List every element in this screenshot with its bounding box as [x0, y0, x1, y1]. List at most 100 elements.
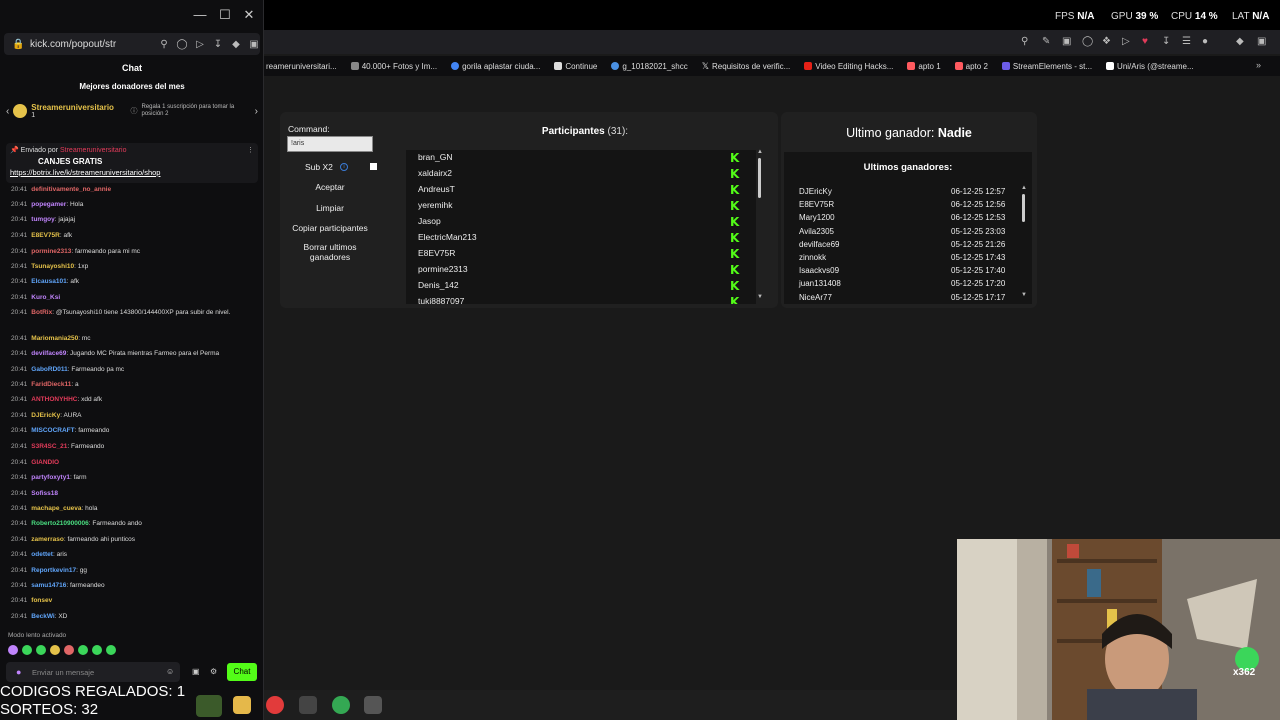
address-bar[interactable]: 🔒 kick.com/popout/str ⚲ ◯ ▷ ↧ ◆ ▣ — [4, 33, 260, 55]
chevron-right-icon[interactable]: » — [1256, 60, 1261, 70]
pinned-link[interactable]: https://botrix.live/k/streameruniversita… — [10, 168, 254, 177]
chevron-left-icon[interactable]: ‹ — [6, 106, 9, 117]
scroll-down-icon[interactable]: ▼ — [757, 294, 763, 300]
participant-row[interactable]: tuki8887097 — [418, 296, 464, 304]
message-user[interactable]: FaridDieck11 — [31, 381, 71, 388]
accept-button[interactable]: Aceptar — [287, 182, 373, 192]
url-text[interactable]: kick.com/popout/str — [30, 39, 152, 50]
bookmark-item[interactable]: Uni/Aris (@streame... — [1106, 62, 1194, 71]
more-options-icon[interactable]: ⋮ — [247, 146, 254, 154]
zoom-icon[interactable]: ⚲ — [158, 39, 170, 50]
bookmark-item[interactable]: gorila aplastar ciuda... — [451, 62, 540, 71]
participant-row[interactable]: Jasop — [418, 216, 441, 226]
bookmark-item[interactable]: apto 1 — [907, 62, 941, 71]
participant-row[interactable]: AndreusT — [418, 184, 455, 194]
bookmark-item[interactable]: 40.000+ Fotos y Im... — [350, 62, 437, 71]
scroll-down-icon[interactable]: ▼ — [1021, 292, 1027, 298]
message-user[interactable]: E8EV75R — [31, 232, 60, 239]
message-user[interactable]: popegamer — [31, 201, 66, 208]
copy-participants-button[interactable]: Copiar participantes — [287, 223, 373, 233]
message-user[interactable]: GaboRD011 — [31, 366, 68, 373]
message-user[interactable]: Sofiss18 — [31, 490, 58, 497]
message-user[interactable]: BeckWi — [31, 613, 54, 620]
participant-row[interactable]: pormine2313 — [418, 264, 468, 274]
message-user[interactable]: machape_cueva — [31, 505, 81, 512]
participant-row[interactable]: ElectricMan213 — [418, 232, 477, 242]
command-input[interactable]: !aris — [287, 136, 373, 152]
bookmark-item[interactable]: g_10182021_shcc — [611, 62, 688, 71]
maximize-icon[interactable]: ☐ — [217, 7, 233, 23]
pinned-user[interactable]: Streameruniversitario — [60, 147, 127, 154]
sub-checkbox[interactable] — [370, 163, 377, 170]
heart-icon[interactable]: ♥ — [1142, 36, 1148, 47]
bookmark-item[interactable]: Video Editing Hacks... — [804, 62, 893, 71]
extension-icon[interactable]: ◆ — [230, 39, 242, 50]
taskbar-app-thumbnail[interactable] — [196, 695, 222, 717]
cube-icon[interactable]: ▣ — [1257, 36, 1266, 47]
chrome-icon[interactable] — [332, 696, 350, 714]
emote-icon[interactable] — [22, 645, 32, 655]
app-icon[interactable] — [364, 696, 382, 714]
emote-icon[interactable] — [50, 645, 60, 655]
opera-icon[interactable] — [266, 696, 284, 714]
emote-icon[interactable] — [78, 645, 88, 655]
extension-icon[interactable]: ◆ — [1236, 36, 1244, 47]
emote-icon[interactable] — [92, 645, 102, 655]
message-user[interactable]: zamerraso — [31, 536, 64, 543]
winners-scrollbar[interactable] — [1022, 194, 1025, 222]
bookmark-item[interactable]: reameruniversitari... — [266, 62, 337, 71]
scroll-up-icon[interactable]: ▲ — [1021, 185, 1027, 191]
message-user[interactable]: ANTHONYHHC — [31, 396, 77, 403]
message-user[interactable]: Tsunayoshi10 — [31, 263, 74, 270]
participant-row[interactable]: bran_GN — [418, 152, 453, 162]
participants-scrollbar[interactable] — [758, 158, 761, 198]
bookmark-item[interactable]: Continue — [554, 62, 597, 71]
message-user[interactable]: odettet — [31, 551, 53, 558]
menu-icon[interactable]: ☰ — [1182, 36, 1191, 47]
close-icon[interactable]: ✕ — [241, 7, 257, 23]
emote-icon[interactable] — [106, 645, 116, 655]
emoji-icon[interactable]: ☺ — [166, 667, 174, 676]
shield-icon[interactable]: ◯ — [176, 39, 188, 50]
message-user[interactable]: fonsev — [31, 597, 52, 604]
app-icon[interactable] — [299, 696, 317, 714]
participant-row[interactable]: xaldairx2 — [418, 168, 452, 178]
scroll-up-icon[interactable]: ▲ — [757, 149, 763, 155]
bookmark-item[interactable]: StreamElements - st... — [1001, 62, 1092, 71]
message-user[interactable]: devilface69 — [31, 350, 66, 357]
emote-icon[interactable] — [64, 645, 74, 655]
chevron-right-icon[interactable]: › — [255, 106, 258, 117]
participant-row[interactable]: yeremihk — [418, 200, 452, 210]
send-chat-button[interactable]: Chat — [227, 663, 257, 681]
vpn-icon[interactable]: ❖ — [1102, 36, 1111, 47]
camera-icon[interactable]: ▣ — [1062, 36, 1071, 47]
download-icon[interactable]: ↧ — [1162, 36, 1170, 47]
bookmark-item[interactable]: 𝕏 Requisitos de verific... — [702, 61, 791, 72]
emote-bar[interactable] — [8, 645, 116, 655]
participant-row[interactable]: Denis_142 — [418, 280, 459, 290]
minimize-icon[interactable]: — — [192, 7, 208, 22]
cube-icon[interactable]: ▣ — [248, 39, 260, 50]
play-icon[interactable]: ▷ — [1122, 36, 1130, 47]
message-user[interactable]: Mariomania250 — [31, 335, 78, 342]
shield-icon[interactable]: ◯ — [1082, 36, 1093, 47]
message-user[interactable]: Reportkevin17 — [31, 567, 76, 574]
message-user[interactable]: BotRix — [31, 309, 52, 316]
message-user[interactable]: Elcausa101 — [31, 278, 66, 285]
emote-icon[interactable] — [8, 645, 18, 655]
emote-icon[interactable] — [36, 645, 46, 655]
message-user[interactable]: Roberto210900006 — [31, 520, 88, 527]
clear-button[interactable]: Limpiar — [287, 203, 373, 213]
gift-icon[interactable]: ▣ — [192, 667, 200, 676]
message-user[interactable]: tumgoy — [31, 216, 54, 223]
message-user[interactable]: pormine2313 — [31, 248, 71, 255]
participant-row[interactable]: E8EV75R — [418, 248, 455, 258]
message-user[interactable]: DJEricKy — [31, 412, 60, 419]
file-explorer-icon[interactable] — [233, 696, 251, 714]
download-icon[interactable]: ↧ — [212, 39, 224, 50]
message-user[interactable]: S3R4SC_21 — [31, 443, 67, 450]
search-icon[interactable]: ⚲ — [1021, 36, 1028, 47]
message-input[interactable]: Enviar un mensaje — [6, 662, 180, 682]
clear-winners-button[interactable]: Borrar ultimos ganadores — [287, 242, 373, 262]
edit-icon[interactable]: ✎ — [1042, 36, 1050, 47]
